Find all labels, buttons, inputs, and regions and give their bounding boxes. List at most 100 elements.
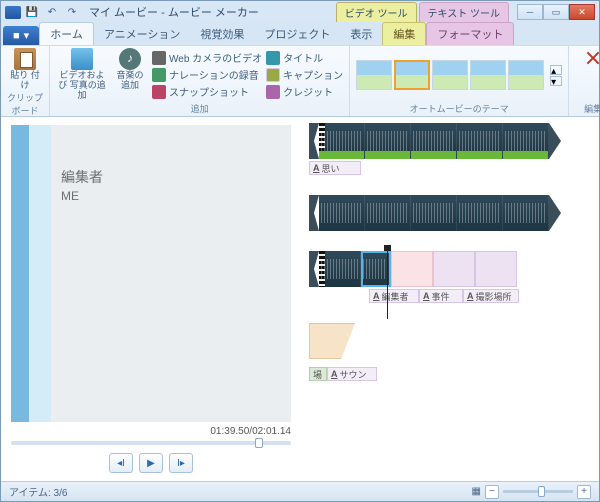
caption-clip[interactable]: A思い: [309, 161, 361, 175]
close-button[interactable]: ✕: [569, 4, 595, 20]
preview-subtitle: ME: [61, 189, 283, 203]
video-clip[interactable]: [503, 123, 549, 159]
add-music-button[interactable]: 音楽の 追加: [112, 48, 148, 91]
caption-clip[interactable]: A事件: [419, 289, 463, 303]
video-clip[interactable]: [457, 195, 503, 231]
ribbon: 貼り 付け クリップボード ビデオおよび 写真の追加 音楽の 追加 Web カメ…: [1, 45, 599, 117]
group-label-edit: 編集: [575, 102, 600, 116]
playhead[interactable]: [387, 249, 388, 319]
tab-home[interactable]: ホーム: [39, 22, 94, 45]
theme-thumb[interactable]: [432, 60, 468, 90]
title-icon: [266, 51, 280, 65]
narration-button[interactable]: ナレーションの録音: [152, 67, 262, 82]
zoom-slider[interactable]: [503, 490, 573, 493]
tab-project[interactable]: プロジェクト: [254, 23, 340, 45]
workspace: 編集者 ME 01:39.50/02:01.14 ◂I ▶ I▸: [1, 117, 599, 481]
clip-transition-in[interactable]: [309, 195, 319, 231]
track-row: A思い: [309, 123, 591, 175]
theme-thumb[interactable]: [394, 60, 430, 90]
clip-transition-out[interactable]: [549, 123, 561, 159]
status-items: アイテム: 3/6: [9, 484, 67, 499]
zoom-control: ▦ − +: [472, 485, 591, 499]
theme-thumb[interactable]: [470, 60, 506, 90]
theme-more-up[interactable]: ▴: [550, 65, 562, 75]
menu-tabs: ■▾ ホーム アニメーション 視覚効果 プロジェクト 表示 編集 フォーマット: [1, 23, 599, 45]
group-label-clipboard: クリップボード: [7, 91, 43, 118]
timeline-pane[interactable]: A思い: [301, 117, 599, 481]
video-clip[interactable]: [319, 251, 361, 287]
caption-clip[interactable]: Aサウン: [327, 367, 377, 381]
add-media-button[interactable]: ビデオおよび 写真の追加: [56, 48, 108, 101]
zoom-out-button[interactable]: −: [485, 485, 499, 499]
ribbon-group-add: ビデオおよび 写真の追加 音楽の 追加 Web カメラのビデオ ナレーションの録…: [50, 46, 350, 116]
prev-frame-button[interactable]: ◂I: [109, 453, 133, 473]
theme-thumb[interactable]: [508, 60, 544, 90]
title-button[interactable]: タイトル: [266, 50, 343, 65]
tab-view[interactable]: 表示: [340, 23, 382, 45]
context-tab-video: ビデオ ツール: [336, 2, 417, 22]
video-clip[interactable]: [319, 123, 365, 159]
photo-icon: [71, 48, 93, 70]
video-clip[interactable]: [411, 123, 457, 159]
preview-viewport: 編集者 ME: [11, 125, 291, 422]
time-display: 01:39.50/02:01.14: [11, 426, 291, 437]
title-clip[interactable]: [475, 251, 517, 287]
maximize-button[interactable]: ▭: [543, 4, 569, 20]
seek-slider[interactable]: [11, 441, 291, 445]
snapshot-button[interactable]: スナップショット: [152, 84, 262, 99]
play-button[interactable]: ▶: [139, 453, 163, 473]
qa-undo-icon[interactable]: ↶: [43, 4, 61, 20]
seek-thumb[interactable]: [255, 438, 263, 448]
ribbon-group-themes: ▴ ▾ オートムービーのテーマ: [350, 46, 569, 116]
theme-thumb[interactable]: [356, 60, 392, 90]
music-icon: [119, 48, 141, 70]
theme-more-down[interactable]: ▾: [550, 76, 562, 86]
app-window: 💾 ↶ ↷ マイ ムービー - ムービー メーカー ビデオ ツール テキスト ツ…: [0, 0, 600, 502]
camera-icon: [152, 51, 166, 65]
clip-transition-out[interactable]: [549, 195, 561, 231]
clip-transition-in[interactable]: [309, 251, 319, 287]
webcam-button[interactable]: Web カメラのビデオ: [152, 50, 262, 65]
video-clip[interactable]: [365, 195, 411, 231]
minimize-button[interactable]: ─: [517, 4, 543, 20]
zoom-in-button[interactable]: +: [577, 485, 591, 499]
qa-redo-icon[interactable]: ↷: [63, 4, 81, 20]
audio-clip[interactable]: 場: [309, 367, 327, 381]
video-clip[interactable]: [411, 195, 457, 231]
title-clip[interactable]: [433, 251, 475, 287]
ribbon-group-edit: 編集: [569, 46, 600, 116]
group-label-themes: オートムービーのテーマ: [356, 102, 562, 116]
preview-title: 編集者: [61, 167, 283, 187]
view-thumbs-icon[interactable]: ▦: [472, 486, 481, 497]
paste-button[interactable]: 貼り 付け: [7, 48, 43, 91]
status-bar: アイテム: 3/6 ▦ − +: [1, 481, 599, 501]
clip-transition-in[interactable]: [309, 123, 319, 159]
window-title: マイ ムービー - ムービー メーカー: [89, 4, 259, 20]
file-tab[interactable]: ■▾: [3, 26, 39, 45]
caption-clip[interactable]: A編集者: [369, 289, 419, 303]
video-clip[interactable]: [457, 123, 503, 159]
titlebar: 💾 ↶ ↷ マイ ムービー - ムービー メーカー ビデオ ツール テキスト ツ…: [1, 1, 599, 23]
delete-icon: [583, 48, 600, 68]
qa-save-icon[interactable]: 💾: [23, 4, 41, 20]
track-row: A編集者 A事件 A撮影場所: [309, 251, 591, 303]
caption-clip[interactable]: A撮影場所: [463, 289, 519, 303]
preview-stripe: [11, 125, 29, 422]
video-clip[interactable]: [365, 123, 411, 159]
delete-button[interactable]: [575, 48, 600, 68]
zoom-thumb[interactable]: [538, 486, 545, 497]
video-clip[interactable]: [503, 195, 549, 231]
preview-pane: 編集者 ME 01:39.50/02:01.14 ◂I ▶ I▸: [1, 117, 301, 481]
ribbon-group-clipboard: 貼り 付け クリップボード: [1, 46, 50, 116]
tab-edit[interactable]: 編集: [382, 22, 426, 45]
next-frame-button[interactable]: I▸: [169, 453, 193, 473]
tab-visual-effects[interactable]: 視覚効果: [190, 23, 254, 45]
credits-icon: [266, 85, 280, 99]
caption-button[interactable]: キャプション: [266, 67, 343, 82]
tab-format[interactable]: フォーマット: [426, 22, 514, 45]
video-clip[interactable]: [319, 195, 365, 231]
credits-button[interactable]: クレジット: [266, 84, 343, 99]
tab-animation[interactable]: アニメーション: [94, 23, 191, 45]
title-clip[interactable]: [391, 251, 433, 287]
title-clip[interactable]: [309, 323, 355, 359]
